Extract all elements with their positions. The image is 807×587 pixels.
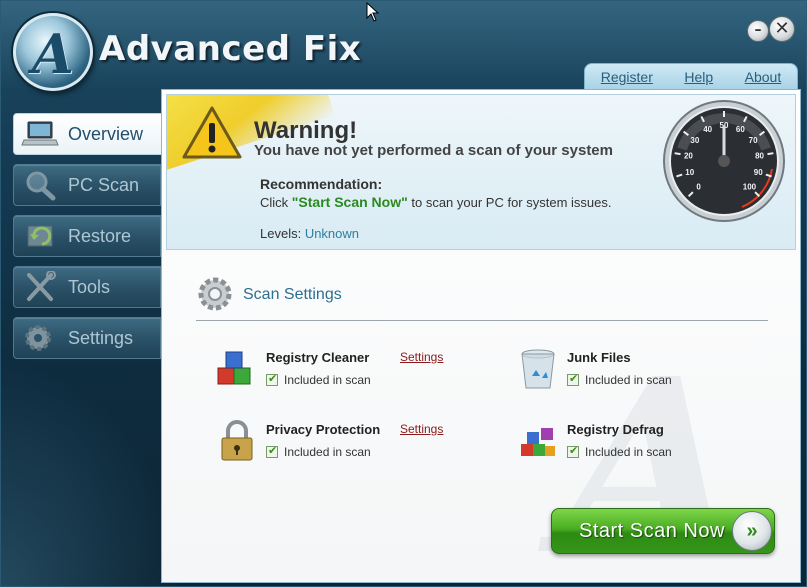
minimize-button[interactable]: – bbox=[747, 20, 769, 42]
privacy-protection-settings-link[interactable]: Settings bbox=[400, 422, 443, 436]
about-link[interactable]: About bbox=[745, 69, 782, 85]
item-name: Privacy Protection bbox=[266, 422, 381, 437]
levels-label: Levels: bbox=[260, 226, 305, 241]
tools-icon bbox=[18, 269, 62, 305]
double-chevron-icon: » bbox=[732, 511, 772, 551]
gauge-tick-label: 80 bbox=[755, 151, 764, 160]
nav-item-label: Overview bbox=[68, 123, 144, 144]
item-name: Registry Defrag bbox=[567, 422, 664, 437]
checkbox-checked-icon[interactable] bbox=[567, 444, 579, 458]
registry-cleaner-settings-link[interactable]: Settings bbox=[400, 350, 443, 364]
main-panel: A Warning! You have not yet performed a … bbox=[161, 89, 801, 583]
scan-item-privacy-protection: Privacy Protection Settings Included in … bbox=[214, 416, 494, 472]
recycle-bin-icon bbox=[521, 349, 555, 389]
gauge-tick bbox=[767, 152, 774, 156]
gauge-tick-label: 20 bbox=[684, 151, 693, 160]
nav-item-tools[interactable]: Tools bbox=[13, 266, 161, 308]
register-link[interactable]: Register bbox=[601, 69, 653, 85]
scan-settings-title: Scan Settings bbox=[243, 286, 342, 303]
checkbox-label: Included in scan bbox=[284, 445, 371, 459]
nav-item-pc-scan[interactable]: PC Scan bbox=[13, 164, 161, 206]
warning-panel: Warning! You have not yet performed a sc… bbox=[166, 94, 796, 250]
mouse-cursor-icon bbox=[366, 2, 380, 22]
nav-item-settings[interactable]: Settings bbox=[13, 317, 161, 359]
scan-level-gauge: 010203040 50 60708090100 bbox=[663, 100, 785, 222]
padlock-icon bbox=[221, 420, 253, 461]
nav-item-label: Tools bbox=[68, 276, 111, 297]
close-button[interactable]: ✕ bbox=[769, 16, 795, 42]
checkbox-label: Included in scan bbox=[585, 373, 672, 387]
included-checkbox[interactable]: Included in scan bbox=[567, 444, 672, 459]
gauge-tick bbox=[674, 152, 681, 156]
rec-highlight: "Start Scan Now" bbox=[291, 194, 408, 210]
app-title: Advanced Fix bbox=[99, 29, 362, 69]
logo-letter: A bbox=[32, 22, 74, 86]
recommendation-text: Click "Start Scan Now" to scan your PC f… bbox=[260, 194, 611, 210]
included-checkbox[interactable]: Included in scan bbox=[266, 444, 371, 459]
gauge-tick-label: 100 bbox=[743, 182, 757, 191]
scan-settings-header: Scan Settings bbox=[196, 275, 768, 321]
start-scan-label: Start Scan Now bbox=[579, 519, 725, 542]
item-name: Junk Files bbox=[567, 350, 631, 365]
levels-value: Unknown bbox=[304, 226, 360, 241]
warning-title: Warning! bbox=[254, 117, 358, 144]
item-name: Registry Cleaner bbox=[266, 350, 370, 365]
scan-item-registry-defrag: Registry Defrag Included in scan bbox=[515, 416, 795, 472]
magnifier-icon bbox=[18, 167, 62, 203]
app-window: A Advanced Fix – ✕ Register Help About O… bbox=[0, 0, 807, 587]
scan-item-registry-cleaner: Registry Cleaner Settings Included in sc… bbox=[214, 344, 494, 400]
checkbox-label: Included in scan bbox=[284, 373, 371, 387]
restore-arrow-icon bbox=[18, 218, 62, 254]
warning-triangle-icon bbox=[182, 106, 242, 159]
nav-item-label: PC Scan bbox=[68, 174, 140, 195]
levels-line: Levels: Unknown bbox=[260, 226, 359, 241]
rec-suffix: to scan your PC for system issues. bbox=[407, 195, 612, 210]
background-swoosh bbox=[1, 361, 181, 586]
settings-gear-icon bbox=[198, 277, 232, 311]
warning-subtitle: You have not yet performed a scan of you… bbox=[254, 142, 613, 159]
nav-item-restore[interactable]: Restore bbox=[13, 215, 161, 257]
included-checkbox[interactable]: Included in scan bbox=[567, 372, 672, 387]
laptop-icon bbox=[18, 116, 62, 152]
nav-item-label: Restore bbox=[68, 225, 132, 246]
checkbox-checked-icon[interactable] bbox=[266, 372, 278, 386]
scan-item-junk-files: Junk Files Included in scan bbox=[515, 344, 795, 400]
recommendation-title: Recommendation: bbox=[260, 176, 383, 192]
gauge-tick-label: 10 bbox=[685, 168, 694, 177]
help-link[interactable]: Help bbox=[684, 69, 713, 85]
app-logo-icon: A bbox=[13, 13, 93, 91]
registry-cubes-icon bbox=[217, 351, 251, 385]
checkbox-checked-icon[interactable] bbox=[567, 372, 579, 386]
gauge-tick-label: 90 bbox=[754, 168, 763, 177]
rec-prefix: Click bbox=[260, 195, 292, 210]
gauge-tick-label: 0 bbox=[696, 182, 701, 191]
gear-icon bbox=[18, 320, 62, 356]
included-checkbox[interactable]: Included in scan bbox=[266, 372, 371, 387]
defrag-blocks-icon bbox=[521, 428, 555, 456]
top-links-bar: Register Help About bbox=[584, 63, 798, 89]
nav-item-overview[interactable]: Overview bbox=[13, 113, 163, 155]
checkbox-label: Included in scan bbox=[585, 445, 672, 459]
checkbox-checked-icon[interactable] bbox=[266, 444, 278, 458]
nav-item-label: Settings bbox=[68, 327, 134, 348]
start-scan-button[interactable]: Start Scan Now » bbox=[551, 508, 775, 554]
